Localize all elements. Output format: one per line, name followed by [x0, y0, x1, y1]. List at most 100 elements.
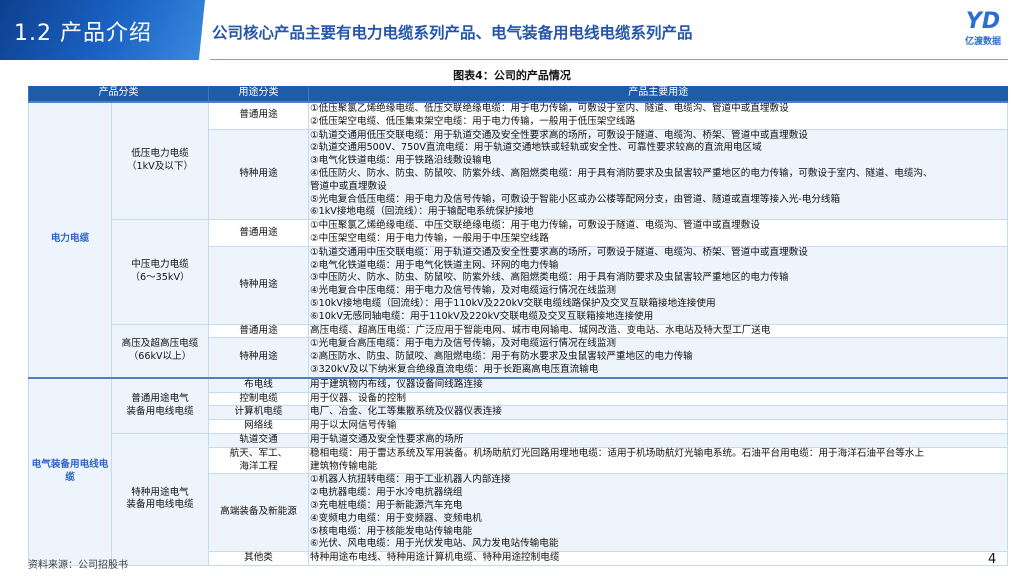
slide-title: 公司核心产品主要有电力电缆系列产品、电气装备用电线电缆系列产品 [212, 24, 693, 42]
table-row: 特种用途电气 装备用电线电缆 轨道交通 用于轨道交通及安全性要求高的场所 [29, 432, 1008, 566]
product-subcategory-label: （6～35kV） [130, 271, 190, 283]
table-row: 高压及超高压电缆 （66kV以上） 普通用途 高压电缆、超高压电缆：广泛应用于智能电网… [29, 323, 1008, 379]
table-caption: 图表4：公司的产品情况 [453, 69, 571, 82]
use-category-label: 高端装备及新能源 [220, 506, 297, 518]
main-use-line: ②高压防水、防虫、防鼠咬、高阻燃电缆：用于有防水要求及虫鼠害较严重地区的电力传输 [310, 351, 693, 363]
main-uses-cell: ①光电复合高压电缆：用于电力及信号传输，及对电缆运行情况在线监测 ②高压防水、防虫… [308, 337, 1008, 379]
main-use-line: ②轨道交通用500V、750V直流电缆：用于轨道交通地铁或轻轨或安全性、可靠性要… [310, 142, 762, 154]
product-category-label: 电力电缆 [50, 233, 90, 245]
main-use-line: ①光电复合高压电缆：用于电力及信号传输，及对电缆运行情况在线监测 [310, 338, 617, 350]
product-subcategory-label: 中压电力电缆 [131, 259, 189, 271]
table-row: 电力电缆 低压电力电缆 （1kV及以下） 普通用途 ①低压聚氯乙烯绝缘电缆、低压交联绝缘… [28, 100, 1008, 379]
use-category-cell: 控制电缆 [208, 391, 309, 407]
use-category-cell: 特种用途 [208, 245, 309, 325]
use-category-label: 海洋工程 [239, 460, 278, 472]
table-row: 中压电力电缆 （6～35kV） 普通用途 ①中压聚氯乙烯绝缘电缆、中压交联绝缘电缆：用… [29, 219, 1008, 325]
table-body: 电力电缆 低压电力电缆 （1kV及以下） 普通用途 ①低压聚氯乙烯绝缘电缆、低压交联绝缘… [28, 100, 1008, 566]
product-subcategory-label: 装备用电线电缆 [126, 405, 194, 417]
use-category-cell: 普通用途 [208, 219, 309, 247]
main-use-line: 管道中或直埋敷设 [310, 180, 387, 192]
main-use-line: ②中压架空电缆：用于电力传输，一般用于中压架空线路 [310, 232, 549, 244]
main-use-line: ①轨道交通用中压交联电缆：用于轨道交通及安全性要求高的场所，可敷设于隧道、电缆沟… [310, 246, 808, 258]
company-logo: YD 亿渡数据 [958, 10, 1008, 52]
title-divider [210, 59, 1008, 60]
main-use-line: 电厂、冶金、化工等集散系统及仪器仪表连接 [310, 406, 502, 418]
main-use-line: ⑥光伏、风电电缆：用于光伏发电站、风力发电站传输电能 [310, 538, 559, 550]
use-category-cell: 布电线 [208, 376, 309, 393]
main-use-line: 特种用途布电线、特种用途计算机电缆、特种用途控制电缆 [310, 552, 560, 564]
main-uses-cell: 电厂、冶金、化工等集散系统及仪器仪表连接 [308, 405, 1008, 421]
product-subcategory-cell: 低压电力电缆 （1kV及以下） [111, 101, 209, 221]
main-use-line: ③电气化铁道电缆：用于铁路沿线敷设输电 [310, 155, 492, 167]
product-subcategory-cell: 中压电力电缆 （6～35kV） [111, 219, 209, 325]
main-uses-cell: 用于轨道交通及安全性要求高的场所 [308, 432, 1008, 448]
main-use-line: ④变频电力电缆：用于变频器、变频电机 [310, 512, 482, 524]
product-subcategory-label: 低压电力电缆 [131, 148, 189, 160]
logo-text: 亿渡数据 [964, 37, 1001, 47]
section-title: 1.2 产品介绍 [14, 21, 152, 46]
main-use-line: ③320kV及以下纳米复合绝缘直流电缆：用于长距离高电压直流输电 [310, 363, 599, 375]
product-subcategory-label: （66kV以上） [128, 350, 192, 362]
product-category-cell: 电力电缆 [28, 101, 112, 379]
use-category-label: 控制电缆 [239, 392, 278, 404]
main-use-line: ⑤光电复合低压电缆：用于电力及信号传输，可敷设于智能小区或办公楼等配网分支，由管… [310, 193, 841, 205]
use-category-cell: 网络线 [208, 419, 309, 434]
main-use-line: 用于轨道交通及安全性要求高的场所 [310, 433, 464, 445]
main-use-line: ①中压聚氯乙烯绝缘电缆、中压交联绝缘电缆：用于电力传输，可敷设于隧道、电缆沟、管… [310, 220, 760, 232]
product-subcategory-cell: 特种用途电气 装备用电线电缆 [111, 432, 209, 566]
use-category-label: 网络线 [244, 420, 273, 432]
main-use-line: ①轨道交通用低压交联电缆：用于轨道交通及安全性要求高的场所，可敷设于隧道、电缆沟… [310, 129, 808, 141]
use-category-cell: 特种用途 [208, 337, 309, 379]
header-use-category: 用途分类 [208, 86, 309, 102]
product-subcategory-label: （1kV及以下） [126, 161, 194, 173]
page-number: 4 [988, 552, 997, 567]
use-category-cell: 其他类 [208, 551, 309, 566]
main-use-line: ①低压聚氯乙烯绝缘电缆、低压交联绝缘电缆：用于电力传输，可敷设于室内、隧道、电缆… [310, 103, 789, 114]
main-use-line: ⑤核电电缆：用于核能发电站传输电能 [310, 525, 473, 537]
main-uses-cell: 稳相电缆：用于雷达系统及军用装备。机场助航灯光回路用埋地电缆：适用于机场助航灯光… [308, 446, 1008, 475]
main-use-line: ③中压防火、防水、防虫、防鼠咬、防紫外线、高阻燃类电缆：用于具有消防要求及虫鼠害… [310, 272, 789, 284]
source-note: 资料来源：公司招股书 [28, 560, 128, 571]
table-row: 电气装备用电线电缆 普通用途电气 装备用电线电缆 布电线 用于建筑物内布线，仪器设备间线… [28, 376, 1008, 566]
product-subcategory-label: 特种用途电气 [131, 486, 189, 498]
use-category-label: 航天、军工、 [229, 447, 288, 459]
use-category-cell: 航天、军工、 海洋工程 [208, 446, 309, 475]
use-category-label: 轨道交通 [239, 433, 278, 445]
use-category-cell: 普通用途 [208, 323, 309, 339]
main-use-line: ⑥1kV接地电缆（回流线）：用于输配电系统保护接地 [310, 206, 534, 218]
use-category-label: 计算机电缆 [234, 406, 283, 418]
main-uses-cell: ①机器人抗扭转电缆：用于工业机器人内部连接 ②电抗器电缆：用于水冷电抗器绕组 ③充电… [308, 473, 1008, 553]
use-category-label: 布电线 [244, 378, 273, 390]
main-uses-cell: 高压电缆、超高压电缆：广泛应用于智能电网、城市电网输电、城网改造、变电站、水电站… [308, 323, 1008, 339]
product-subcategory-cell: 普通用途电气 装备用电线电缆 [111, 376, 209, 434]
product-subcategory-label: 高压及超高压电缆 [121, 337, 199, 349]
header-main-uses: 产品主要用途 [308, 86, 1008, 102]
product-subcategory-cell: 高压及超高压电缆 （66kV以上） [111, 323, 209, 379]
main-use-line: 用于以太网信号传输 [310, 420, 397, 432]
main-use-line: ④低压防火、防水、防虫、防鼠咬、防紫外线、高阻燃类电缆：用于具有消防要求及虫鼠害… [310, 167, 933, 179]
product-table: 产品分类 用途分类 产品主要用途 电力电缆 低压电力电缆 （1kV及以下） 普通用途 ①… [28, 86, 1008, 566]
use-category-label: 普通用途 [239, 324, 278, 336]
logo-mark-icon: YD [965, 9, 1001, 34]
main-uses-cell: 用于以太网信号传输 [308, 419, 1008, 434]
main-uses-cell: 特种用途布电线、特种用途计算机电缆、特种用途控制电缆 [308, 551, 1008, 566]
main-uses-cell: ①轨道交通用中压交联电缆：用于轨道交通及安全性要求高的场所，可敷设于隧道、电缆沟… [308, 245, 1008, 325]
main-use-line: ③充电桩电缆：用于新能源汽车充电 [310, 499, 463, 511]
use-category-label: 特种用途 [239, 278, 278, 290]
product-category-label: 电气装备用电线电缆 [31, 459, 109, 483]
product-category-cell: 电气装备用电线电缆 [28, 376, 112, 566]
main-uses-cell: ①中压聚氯乙烯绝缘电缆、中压交联绝缘电缆：用于电力传输，可敷设于隧道、电缆沟、管… [308, 219, 1008, 247]
main-use-line: ⑤10kV接地电缆（回流线）：用于110kV及220kV交联电缆线路保护及交叉互… [310, 297, 716, 309]
product-subcategory-label: 普通用途电气 [131, 393, 189, 405]
use-category-label: 特种用途 [239, 167, 278, 179]
use-category-cell: 计算机电缆 [208, 405, 309, 421]
table-header-row: 产品分类 用途分类 产品主要用途 [28, 86, 1008, 102]
main-use-line: ①机器人抗扭转电缆：用于工业机器人内部连接 [310, 474, 511, 486]
main-uses-cell: ①低压聚氯乙烯绝缘电缆、低压交联绝缘电缆：用于电力传输，可敷设于室内、隧道、电缆… [308, 100, 1008, 130]
use-category-label: 普通用途 [239, 226, 278, 238]
main-uses-cell: 用于仪器、设备的控制 [308, 391, 1008, 407]
section-banner: 1.2 产品介绍 [0, 0, 205, 60]
main-use-line: 用于建筑物内布线，仪器设备间线路连接 [310, 378, 483, 390]
main-use-line: ②低压架空电缆、低压集束架空电缆：用于电力传输，一般用于低压架空线路 [310, 115, 636, 127]
use-category-label: 其他类 [244, 552, 273, 564]
